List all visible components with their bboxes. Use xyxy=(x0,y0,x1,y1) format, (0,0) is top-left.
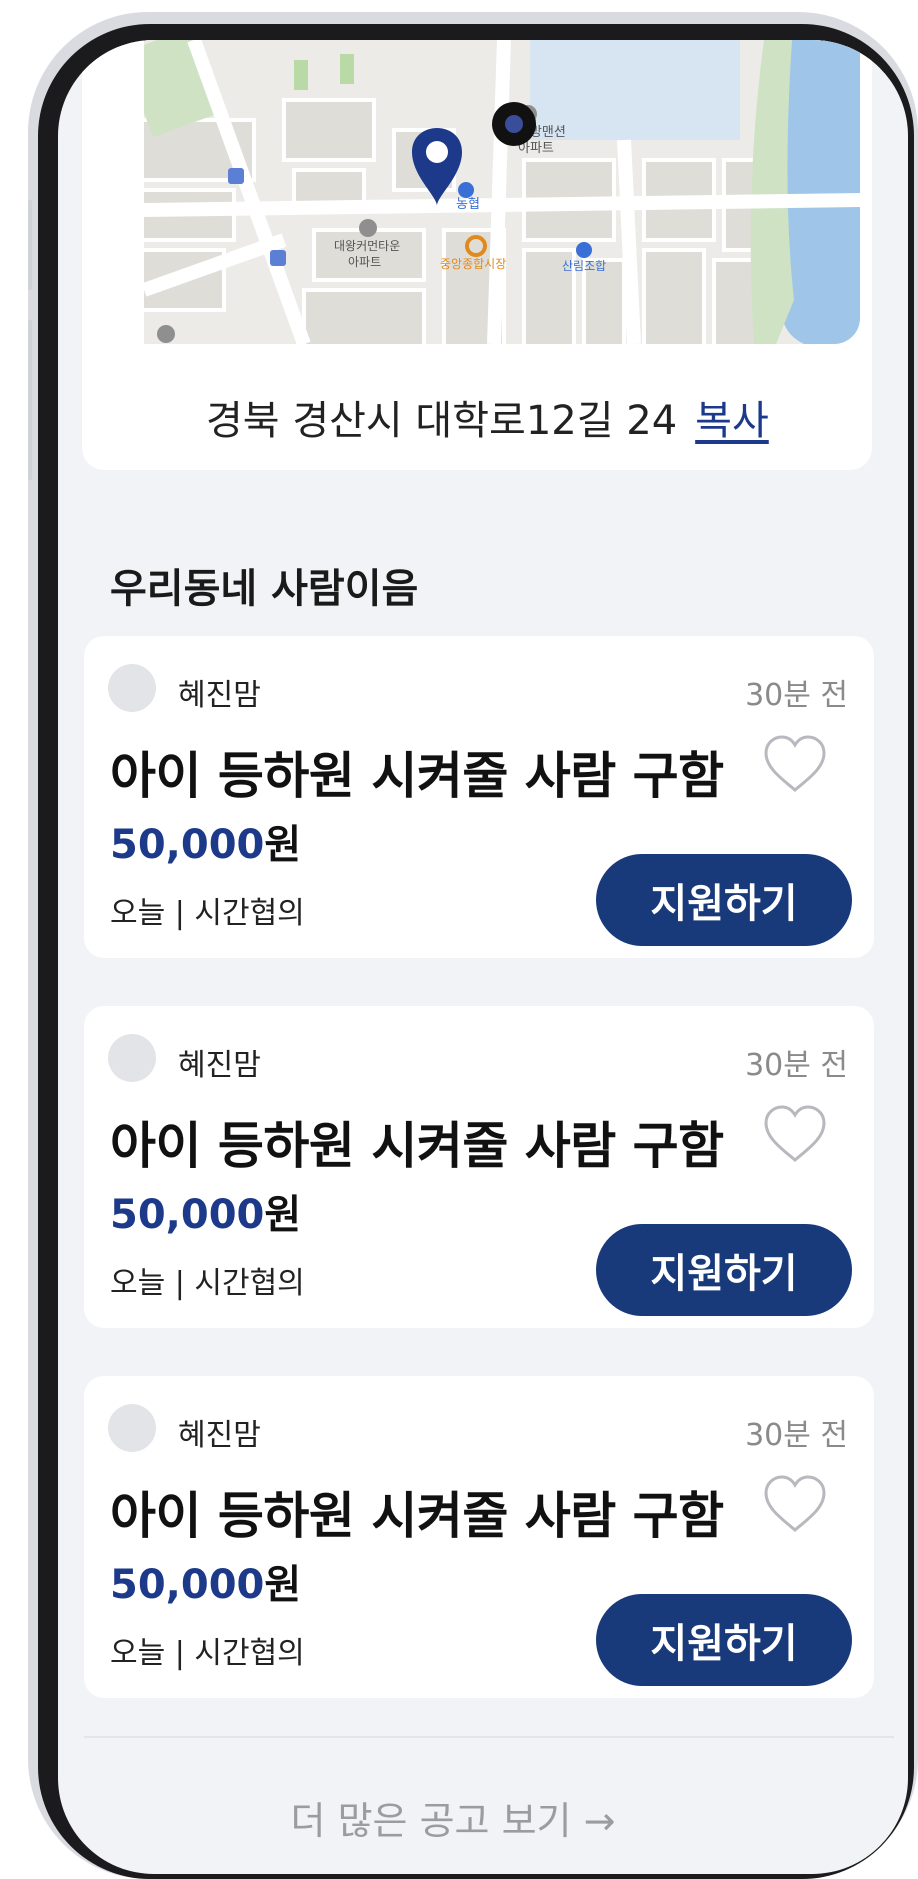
price-unit: 원 xyxy=(264,1192,302,1238)
avatar xyxy=(108,664,156,712)
price-number: 50,000 xyxy=(110,1562,265,1608)
location-map[interactable]: 우방맨션 아파트 농협 대왕커먼타운 아파트 중앙종합시장 산림조합 xyxy=(144,40,860,344)
avatar xyxy=(108,1034,156,1082)
job-card[interactable]: 혜진맘 30분 전 아이 등하원 시켜줄 사람 구함 50,000원 오늘 | … xyxy=(84,1006,874,1328)
job-card[interactable]: 혜진맘 30분 전 아이 등하원 시켜줄 사람 구함 50,000원 오늘 | … xyxy=(84,636,874,958)
price-number: 50,000 xyxy=(110,822,265,868)
svg-text:대왕커먼타운: 대왕커먼타운 xyxy=(334,239,400,253)
job-price: 50,000원 xyxy=(110,1182,301,1240)
apply-button[interactable]: 지원하기 xyxy=(596,854,852,946)
address-text: 경북 경산시 대학로12길 24 xyxy=(206,398,678,444)
job-meta: 오늘 | 시간협의 xyxy=(110,896,305,931)
job-meta: 오늘 | 시간협의 xyxy=(110,1266,305,1301)
author-name: 혜진맘 xyxy=(178,1418,261,1453)
job-price: 50,000원 xyxy=(110,812,301,870)
heart-icon[interactable] xyxy=(762,1474,828,1534)
phone-side-button xyxy=(28,320,32,480)
app-screen: 우방맨션 아파트 농협 대왕커먼타운 아파트 중앙종합시장 산림조합 경북 경산… xyxy=(58,40,908,1874)
apply-button[interactable]: 지원하기 xyxy=(596,1224,852,1316)
job-title: 아이 등하원 시켜줄 사람 구함 xyxy=(110,1117,724,1175)
divider xyxy=(84,1736,894,1738)
svg-text:아파트: 아파트 xyxy=(348,255,381,269)
location-card: 우방맨션 아파트 농협 대왕커먼타운 아파트 중앙종합시장 산림조합 경북 경산… xyxy=(82,40,872,470)
heart-icon[interactable] xyxy=(762,734,828,794)
author-name: 혜진맘 xyxy=(178,678,261,713)
more-jobs-link[interactable]: 더 많은 공고 보기 → xyxy=(58,1790,848,1845)
map-image: 우방맨션 아파트 농협 대왕커먼타운 아파트 중앙종합시장 산림조합 xyxy=(144,40,860,344)
price-unit: 원 xyxy=(264,1562,302,1608)
job-title: 아이 등하원 시켜줄 사람 구함 xyxy=(110,1487,724,1545)
post-time: 30분 전 xyxy=(745,1418,848,1453)
post-time: 30분 전 xyxy=(745,678,848,713)
svg-text:중앙종합시장: 중앙종합시장 xyxy=(440,257,506,271)
phone-side-button xyxy=(28,200,32,290)
svg-text:산림조합: 산림조합 xyxy=(562,259,606,273)
post-time: 30분 전 xyxy=(745,1048,848,1083)
avatar xyxy=(108,1404,156,1452)
copy-address-link[interactable]: 복사 xyxy=(695,388,769,446)
job-title: 아이 등하원 시켜줄 사람 구함 xyxy=(110,747,724,805)
author-name: 혜진맘 xyxy=(178,1048,261,1083)
job-card[interactable]: 혜진맘 30분 전 아이 등하원 시켜줄 사람 구함 50,000원 오늘 | … xyxy=(84,1376,874,1698)
address-row: 경북 경산시 대학로12길 24 복사 xyxy=(206,388,769,446)
heart-icon[interactable] xyxy=(762,1104,828,1164)
svg-text:농협: 농협 xyxy=(456,197,480,212)
price-unit: 원 xyxy=(264,822,302,868)
apply-button[interactable]: 지원하기 xyxy=(596,1594,852,1686)
job-price: 50,000원 xyxy=(110,1552,301,1610)
job-meta: 오늘 | 시간협의 xyxy=(110,1636,305,1671)
section-title: 우리동네 사람이음 xyxy=(110,566,419,612)
price-number: 50,000 xyxy=(110,1192,265,1238)
